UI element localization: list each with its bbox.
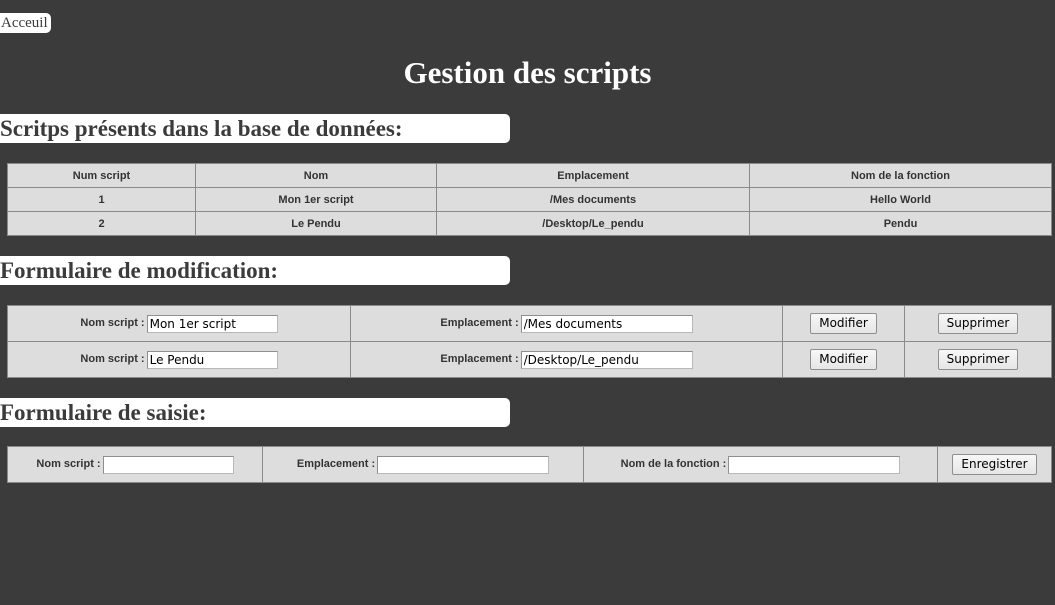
name-label: Nom script : (80, 353, 145, 366)
new-location-input[interactable] (377, 455, 550, 474)
edit-form-heading: Formulaire de modification: (0, 256, 510, 285)
column-header-function: Nom de la fonction (749, 163, 1052, 188)
edit-row: Nom script : Emplacement : Modifier Supp… (7, 341, 1052, 378)
new-script-table: Nom script : Emplacement : Nom de la fon… (7, 446, 1052, 483)
location-input[interactable] (520, 350, 693, 369)
delete-cell: Supprimer (904, 341, 1052, 378)
modify-button[interactable]: Modifier (810, 313, 877, 334)
column-header-location: Emplacement (436, 163, 750, 188)
location-label: Emplacement : (440, 353, 519, 366)
location-input[interactable] (520, 314, 693, 333)
modify-button[interactable]: Modifier (810, 349, 877, 370)
cell-function: Pendu (749, 211, 1052, 236)
cell-name: Le Pendu (195, 211, 437, 236)
edit-row: Nom script : Emplacement : Modifier Supp… (7, 305, 1052, 342)
edit-location-cell: Emplacement : (350, 305, 783, 342)
delete-cell: Supprimer (904, 305, 1052, 342)
save-cell: Enregistrer (937, 446, 1052, 483)
new-name-cell: Nom script : (7, 446, 263, 483)
function-label: Nom de la fonction : (620, 458, 727, 471)
table-header-row: Num script Nom Emplacement Nom de la fon… (7, 163, 1052, 188)
new-function-cell: Nom de la fonction : (583, 446, 938, 483)
page: Acceuil Gestion des scripts Scritps prés… (0, 0, 1055, 605)
new-script-heading: Formulaire de saisie: (0, 398, 510, 427)
existing-scripts-heading: Scritps présents dans la base de données… (0, 114, 510, 143)
new-function-input[interactable] (728, 455, 901, 474)
edit-form-table: Nom script : Emplacement : Modifier Supp… (7, 305, 1052, 378)
cell-function: Hello World (749, 187, 1052, 212)
name-input[interactable] (146, 314, 278, 333)
home-link[interactable]: Acceuil (0, 13, 51, 33)
table-row: 2 Le Pendu /Desktop/Le_pendu Pendu (7, 211, 1052, 236)
edit-location-cell: Emplacement : (350, 341, 783, 378)
cell-name: Mon 1er script (195, 187, 437, 212)
column-header-name: Nom (195, 163, 437, 188)
name-label: Nom script : (36, 458, 101, 471)
cell-location: /Mes documents (436, 187, 750, 212)
new-script-row: Nom script : Emplacement : Nom de la fon… (7, 446, 1052, 483)
page-title: Gestion des scripts (403, 55, 652, 90)
column-header-num: Num script (7, 163, 196, 188)
edit-name-cell: Nom script : (7, 341, 351, 378)
name-label: Nom script : (80, 317, 145, 330)
location-label: Emplacement : (296, 458, 376, 471)
delete-button[interactable]: Supprimer (937, 313, 1019, 334)
modify-cell: Modifier (782, 341, 905, 378)
scripts-table: Num script Nom Emplacement Nom de la fon… (7, 163, 1052, 236)
new-location-cell: Emplacement : (262, 446, 584, 483)
modify-cell: Modifier (782, 305, 905, 342)
cell-num: 2 (7, 211, 196, 236)
edit-name-cell: Nom script : (7, 305, 351, 342)
new-name-input[interactable] (102, 455, 234, 474)
cell-num: 1 (7, 187, 196, 212)
name-input[interactable] (146, 350, 278, 369)
cell-location: /Desktop/Le_pendu (436, 211, 750, 236)
delete-button[interactable]: Supprimer (937, 349, 1019, 370)
save-button[interactable]: Enregistrer (952, 454, 1037, 475)
location-label: Emplacement : (440, 317, 519, 330)
table-row: 1 Mon 1er script /Mes documents Hello Wo… (7, 187, 1052, 212)
